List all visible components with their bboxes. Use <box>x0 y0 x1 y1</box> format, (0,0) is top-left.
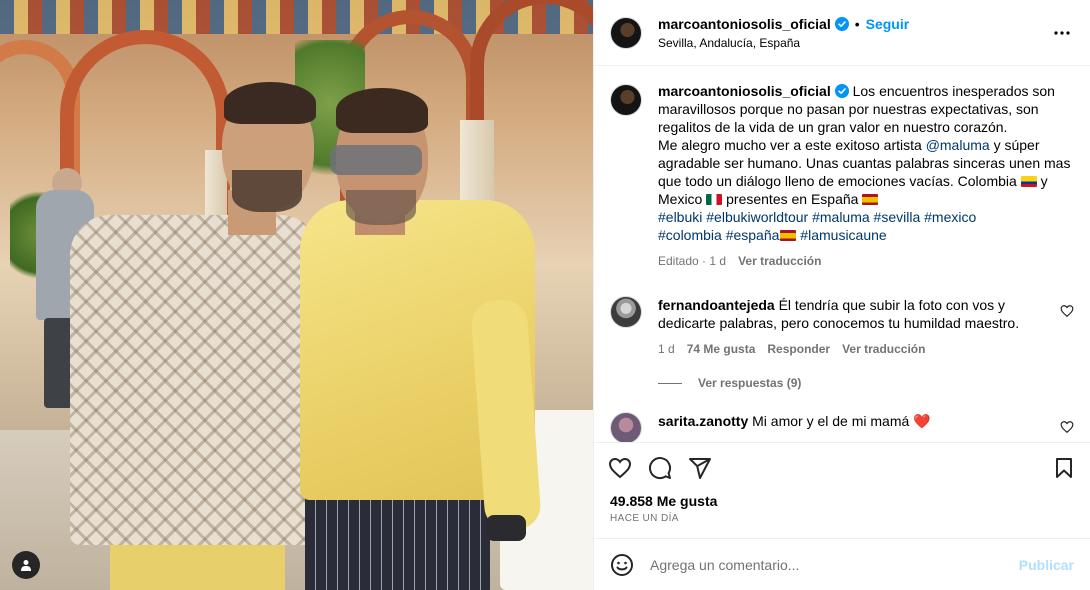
emoji-icon[interactable] <box>610 553 634 577</box>
author-avatar[interactable] <box>610 16 642 49</box>
spain-flag-icon <box>780 230 797 241</box>
caption-meta: Editado · 1 d Ver traducción <box>658 252 1074 270</box>
photo-person-left-hair <box>224 82 316 124</box>
author-avatar[interactable] <box>610 84 642 116</box>
caption-part-5: presentes en España <box>722 191 863 207</box>
commenter-username[interactable]: sarita.zanotty <box>658 413 748 429</box>
caption-username[interactable]: marcoantoniosolis_oficial <box>658 83 831 99</box>
caption-text: marcoantoniosolis_oficial Los encuentros… <box>658 82 1074 244</box>
see-translation-button[interactable]: Ver traducción <box>738 252 821 270</box>
verified-badge-icon <box>834 16 849 31</box>
publish-button[interactable]: Publicar <box>1019 557 1074 573</box>
comment-text: Mi amor y el de mi mamá ❤️ <box>752 413 931 429</box>
post-time[interactable]: Hace un día <box>594 509 1090 524</box>
photo-person-left-shirt <box>70 215 320 545</box>
replies-line <box>658 382 682 384</box>
hashtags[interactable]: #elbuki #elbukiworldtour #maluma #sevill… <box>658 209 976 225</box>
photo-person-right-hair <box>336 88 428 133</box>
photo-person-right-sunglasses <box>330 145 422 175</box>
separator-dot: • <box>854 15 860 32</box>
edited-label: Editado <box>658 254 699 268</box>
photo-person-right-beard <box>346 190 416 225</box>
comment-meta: 1 d 74 Me gusta Responder Ver traducción <box>658 340 1050 358</box>
like-comment-heart-icon[interactable] <box>1060 304 1074 318</box>
user-icon <box>21 560 31 571</box>
caption-part-2: Me alegro mucho ver a este exitoso artis… <box>658 137 926 153</box>
post-location[interactable]: Sevilla, Andalucía, España <box>658 36 1050 50</box>
see-translation-button[interactable]: Ver traducción <box>842 340 925 358</box>
comments-scroll-area[interactable]: marcoantoniosolis_oficial Los encuentros… <box>594 66 1090 443</box>
view-replies-label: Ver respuestas (9) <box>698 376 802 390</box>
hashtags[interactable]: #lamusicaune <box>796 227 886 243</box>
more-horizontal-icon <box>1054 30 1070 35</box>
comment-item: sarita.zanotty Mi amor y el de mi mamá ❤… <box>610 412 1074 442</box>
comment-item: fernandoantejeda Él tendría que subir la… <box>610 296 1074 358</box>
photo-watch <box>486 515 526 541</box>
colombia-flag-icon <box>1020 176 1037 187</box>
caption: marcoantoniosolis_oficial Los encuentros… <box>610 82 1074 270</box>
likes-count[interactable]: 49.858 Me gusta <box>594 493 1090 509</box>
comment-likes[interactable]: 74 Me gusta <box>687 340 756 358</box>
mention-maluma[interactable]: @maluma <box>926 137 990 153</box>
commenter-username[interactable]: fernandoantejeda <box>658 297 775 313</box>
send-icon[interactable] <box>688 456 712 480</box>
commenter-avatar[interactable] <box>610 296 642 328</box>
post-actions-bar <box>594 443 1090 493</box>
commenter-avatar[interactable] <box>610 412 642 442</box>
post-photo[interactable] <box>0 0 593 590</box>
comment-time[interactable]: 1 d <box>658 340 675 358</box>
comment-icon[interactable] <box>648 456 672 480</box>
hashtags[interactable]: #colombia #españa <box>658 227 779 243</box>
follow-button[interactable]: Seguir <box>866 16 910 32</box>
post-side-panel: marcoantoniosolis_oficial • Seguir Sevil… <box>593 0 1090 590</box>
meta-dot: · <box>702 254 707 268</box>
like-comment-heart-icon[interactable] <box>1060 420 1074 434</box>
verified-badge-icon <box>834 84 849 98</box>
reply-button[interactable]: Responder <box>767 340 830 358</box>
mexico-flag-icon <box>706 194 723 205</box>
comment-input[interactable] <box>650 556 1019 573</box>
add-comment-bar: Publicar <box>594 538 1090 590</box>
tagged-users-button[interactable] <box>12 551 40 579</box>
more-options-button[interactable] <box>1050 21 1074 45</box>
instagram-post-modal: marcoantoniosolis_oficial • Seguir Sevil… <box>0 0 1090 590</box>
spain-flag-icon <box>862 194 879 205</box>
post-header: marcoantoniosolis_oficial • Seguir Sevil… <box>594 0 1090 66</box>
view-replies-button[interactable]: Ver respuestas (9) <box>658 376 1074 390</box>
caption-time[interactable]: 1 d <box>709 254 726 268</box>
heart-icon[interactable] <box>608 456 632 480</box>
photo-person-left-beard <box>232 170 302 212</box>
author-username[interactable]: marcoantoniosolis_oficial <box>658 16 831 32</box>
bookmark-icon[interactable] <box>1052 456 1076 480</box>
